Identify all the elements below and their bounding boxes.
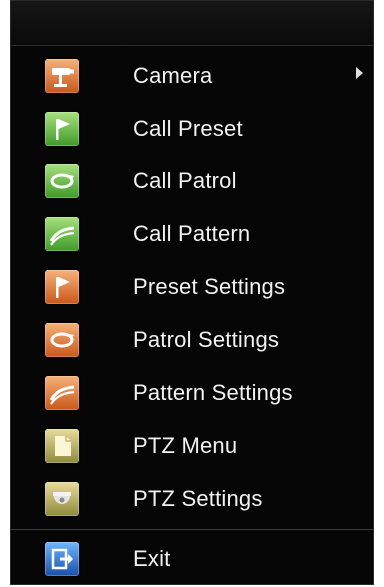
menu-item-label: PTZ Menu [133, 433, 238, 458]
preset-flag-icon [45, 112, 79, 146]
document-icon [45, 429, 79, 463]
patrol-loop-icon [45, 164, 79, 198]
menu-header [11, 1, 373, 46]
menu-item-label: Pattern Settings [133, 380, 293, 405]
menu-item-preset-settings[interactable]: Preset Settings [11, 260, 373, 312]
menu-item-ptz-menu[interactable]: PTZ Menu [11, 419, 373, 471]
dome-camera-icon [45, 482, 79, 516]
camera-icon [45, 59, 79, 93]
pattern-curve-icon [45, 376, 79, 410]
menu-item-label: Exit [133, 546, 171, 571]
menu-item-label: Camera [133, 63, 213, 88]
submenu-arrow-icon [356, 67, 363, 79]
menu-item-exit[interactable]: Exit [11, 532, 373, 584]
menu-item-camera[interactable]: Camera [11, 49, 373, 101]
context-menu: Camera Call Preset Call Patrol Call Patt… [10, 0, 374, 585]
patrol-loop-icon [45, 323, 79, 357]
menu-item-label: Patrol Settings [133, 327, 280, 352]
menu-item-label: Preset Settings [133, 274, 286, 299]
exit-icon [45, 542, 79, 576]
menu-item-label: Call Pattern [133, 221, 251, 246]
menu-divider [11, 529, 373, 530]
menu-item-label: Call Patrol [133, 168, 237, 193]
menu-item-ptz-settings[interactable]: PTZ Settings [11, 472, 373, 524]
menu-item-call-patrol[interactable]: Call Patrol [11, 154, 373, 206]
pattern-curve-icon [45, 217, 79, 251]
menu-item-label: PTZ Settings [133, 486, 263, 511]
menu-item-call-pattern[interactable]: Call Pattern [11, 207, 373, 259]
menu-item-pattern-settings[interactable]: Pattern Settings [11, 366, 373, 418]
menu-item-patrol-settings[interactable]: Patrol Settings [11, 313, 373, 365]
menu-item-call-preset[interactable]: Call Preset [11, 102, 373, 154]
preset-flag-icon [45, 270, 79, 304]
menu-item-label: Call Preset [133, 116, 243, 141]
